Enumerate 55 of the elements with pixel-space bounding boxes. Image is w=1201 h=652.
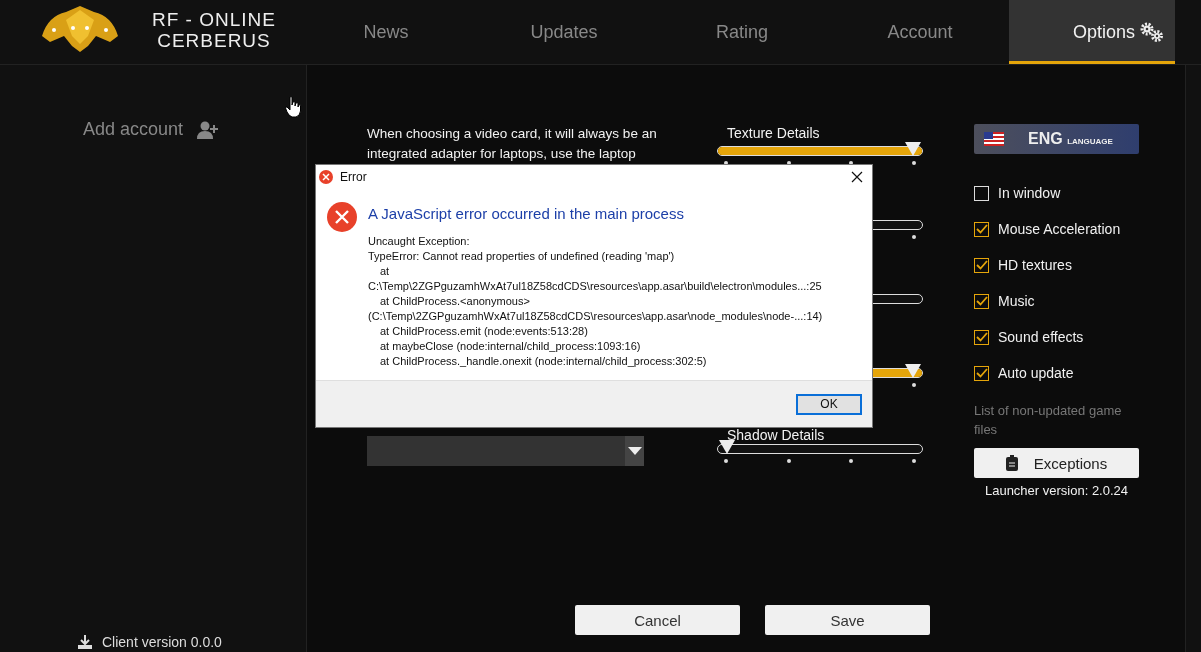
error-message-line: Uncaught Exception: [368, 234, 470, 249]
slider-thumb[interactable] [719, 440, 735, 454]
checkbox[interactable] [974, 221, 989, 237]
nav-tab[interactable]: Updates [475, 0, 653, 64]
cancel-button[interactable]: Cancel [575, 605, 740, 635]
add-account-button[interactable]: Add account [83, 119, 220, 140]
hand-cursor-icon [285, 96, 301, 118]
checkbox-label: In window [998, 185, 1061, 201]
checkbox[interactable] [974, 257, 989, 273]
error-message-line: at maybeClose (node:internal/child_process:1093:16) [379, 339, 641, 354]
checkbox-label: Auto update [998, 365, 1074, 381]
error-icon [319, 169, 333, 184]
slider-label: Texture Details [727, 124, 821, 143]
clipboard-icon [1005, 455, 1018, 471]
settings-icon[interactable] [1139, 22, 1165, 42]
error-message-line: (C:\Temp\2ZGPguzamhWxAt7ul18Z58cdCDS\resources\app.asar\node_modules\node-...:14) [368, 309, 823, 324]
logo-icon [40, 6, 120, 52]
slider-thumb[interactable] [905, 364, 921, 378]
exceptions-button[interactable]: Exceptions [974, 448, 1139, 478]
brand-name: RF - ONLINE CERBERUS [152, 9, 276, 51]
download-icon [78, 635, 92, 649]
flag-icon [984, 132, 1004, 146]
dialog-title: Error [340, 169, 367, 184]
checkbox-label: HD textures [998, 257, 1072, 273]
checkbox[interactable] [974, 293, 989, 309]
ok-button[interactable]: OK [796, 393, 862, 415]
checkbox-label: Sound effects [998, 329, 1084, 345]
save-button[interactable]: Save [765, 605, 930, 635]
dialog-heading: A JavaScript error occurred in the main process [368, 205, 685, 222]
checkbox[interactable] [974, 185, 989, 201]
checkbox[interactable] [974, 365, 989, 381]
error-message-line: TypeError: Cannot read properties of undefined (reading 'map') [368, 249, 675, 264]
language-button[interactable]: ENG LANGUAGE [974, 124, 1139, 154]
nav-tab[interactable]: Options [1009, 0, 1175, 64]
launcher-version: Launcher version: 2.0.24 [983, 483, 1130, 498]
close-icon[interactable] [851, 170, 863, 183]
error-message-line: C:\Temp\2ZGPguzamhWxAt7ul18Z58cdCDS\resources\app.asar\build\electron\modules...:25 [368, 279, 822, 294]
slider-thumb[interactable] [905, 142, 921, 156]
error-icon [327, 202, 357, 232]
checkbox-label: Mouse Acceleration [998, 221, 1121, 237]
slider-label: Shadow Details [727, 428, 826, 442]
error-message-line: at ChildProcess._handle.onexit (node:internal/child_process:302:5) [379, 354, 707, 369]
client-version: Client version 0.0.0 [102, 634, 222, 650]
nav-tab[interactable]: Account [831, 0, 1009, 64]
video-card-note: When choosing a video card, it will always be an integrated adapter for laptops, use the laptop [367, 125, 658, 163]
checkbox-label: Music [998, 293, 1035, 309]
nav-tab[interactable]: News [297, 0, 475, 64]
error-message-line: at ChildProcess.<anonymous> [379, 294, 530, 309]
add-user-icon [197, 120, 220, 139]
nav-tab[interactable]: Rating [653, 0, 831, 64]
caret-icon [627, 447, 642, 455]
exceptions-note: List of non-updated game files [974, 402, 1123, 439]
checkbox[interactable] [974, 329, 989, 345]
error-message-line: at [379, 264, 390, 279]
error-message-line: at ChildProcess.emit (node:events:513:28) [379, 324, 588, 339]
